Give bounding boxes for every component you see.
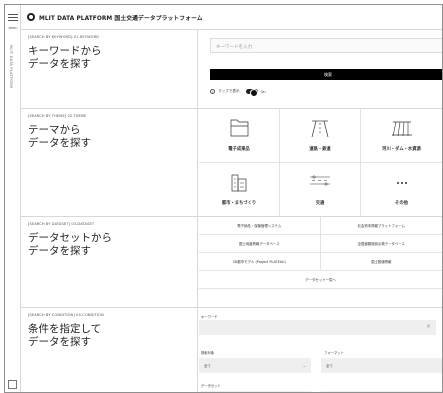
keyword-title-line2: データを探す xyxy=(28,57,91,70)
dataset-section: [SEARCH BY DATASET] 03-DATASET データセットから … xyxy=(21,217,442,308)
map-toggle-switch[interactable] xyxy=(245,88,258,97)
chevron-down-icon: ⌄ xyxy=(302,363,306,368)
dataset-link[interactable]: 国土地盤情報データベース xyxy=(199,235,321,253)
theme-item-road[interactable]: 道路・鉄道 xyxy=(280,109,361,163)
theme-title-line1: テーマから xyxy=(28,124,81,136)
theme-section-header: [SEARCH BY THEME] 02-THEME テーマから データを探す xyxy=(21,109,198,216)
menu-label: MENU xyxy=(8,26,18,30)
clear-icon[interactable]: × xyxy=(426,323,431,330)
river-icon xyxy=(391,121,412,137)
theme-section: [SEARCH BY THEME] 02-THEME テーマから データを探す … xyxy=(21,109,442,217)
dataset-link[interactable]: 社会資本情報プラットフォーム xyxy=(320,217,442,235)
app-frame: MENU MLIT DATA PLATFORM MLIT DATA PLATFO… xyxy=(4,4,443,393)
more-icon xyxy=(396,181,407,184)
traffic-icon xyxy=(310,175,330,185)
theme-title-line2: データを探す xyxy=(28,136,91,149)
theme-section-title: テーマから データを探す xyxy=(28,124,190,149)
dataset-field-label: データセット xyxy=(201,384,221,388)
rail-vertical-title: MLIT DATA PLATFORM xyxy=(9,45,13,89)
theme-item-label: 河川・ダム・水資源 xyxy=(382,146,421,152)
road-icon xyxy=(311,120,329,138)
theme-item-label: 道路・鉄道 xyxy=(309,146,331,152)
keyword-section-header: [SEARCH BY KEYWORD] 01-KEYWORD キーワードから デ… xyxy=(21,30,198,108)
target-select-label: 検索対象 xyxy=(201,351,215,355)
condition-section-tag: [SEARCH BY CONDITION] 04-CONDITION xyxy=(28,313,104,317)
rail-bottom-icon[interactable] xyxy=(8,380,17,389)
target-select-value: 全て xyxy=(204,364,211,368)
map-toggle-label: マップで表示 xyxy=(218,89,240,93)
city-icon xyxy=(231,174,247,191)
keyword-search-input[interactable]: キーワードを入力 xyxy=(210,38,442,53)
format-select-label: フォーマット xyxy=(324,351,344,355)
theme-item-label: その他 xyxy=(395,201,408,206)
dataset-grid: 電子納品・保管管理システム 社会資本情報プラットフォーム 国土地盤情報データベー… xyxy=(199,217,442,289)
format-select[interactable]: 全て ⌄ xyxy=(321,358,442,373)
site-header: MLIT DATA PLATFORM 国土交通データプラットフォーム xyxy=(21,5,442,30)
left-rail: MENU MLIT DATA PLATFORM xyxy=(5,5,21,392)
theme-item-label: 電子成果品 xyxy=(228,146,250,152)
keyword-section-title: キーワードから データを探す xyxy=(28,45,190,70)
dataset-section-tag: [SEARCH BY DATASET] 03-DATASET xyxy=(28,222,95,226)
folder-icon xyxy=(230,119,249,137)
dataset-list-link[interactable]: データセット一覧へ xyxy=(199,271,442,289)
format-select-value: 全て xyxy=(326,364,333,368)
info-icon[interactable]: i xyxy=(210,89,215,94)
dataset-link[interactable]: 電子納品・保管管理システム xyxy=(199,217,321,235)
dataset-link[interactable]: 全国道路施設点検データベース xyxy=(320,235,442,253)
keyword-search-panel: キーワードを入力 検索 i マップで表示 On xyxy=(199,30,442,108)
dataset-title-line1: データセットから xyxy=(28,232,112,244)
target-select[interactable]: 全て ⌄ xyxy=(199,358,311,373)
theme-grid: 電子成果品 道路・鉄道 河川・ダム・水資源 都市・まちづくり 交通 その他 xyxy=(199,109,442,216)
condition-title-line2: データを探す xyxy=(28,335,91,348)
condition-title-line1: 条件を指定して xyxy=(28,323,102,335)
theme-item-label: 交通 xyxy=(315,201,325,206)
condition-keyword-input[interactable]: × xyxy=(199,320,436,335)
logo-icon[interactable] xyxy=(27,13,35,21)
keyword-section-tag: [SEARCH BY KEYWORD] 01-KEYWORD xyxy=(28,35,100,39)
keyword-section: [SEARCH BY KEYWORD] 01-KEYWORD キーワードから デ… xyxy=(21,30,442,109)
search-button[interactable]: 検索 xyxy=(210,69,442,80)
dataset-link[interactable]: 3D都市モデル (Project PLATEAU) xyxy=(199,253,321,271)
dataset-section-header: [SEARCH BY DATASET] 03-DATASET データセットから … xyxy=(21,217,198,307)
theme-panel: 電子成果品 道路・鉄道 河川・ダム・水資源 都市・まちづくり 交通 その他 xyxy=(199,109,442,216)
map-toggle-state: On xyxy=(260,89,266,94)
theme-item-other[interactable]: その他 xyxy=(361,163,442,217)
condition-section-title: 条件を指定して データを探す xyxy=(28,323,190,348)
dataset-section-title: データセットから データを探す xyxy=(28,232,190,257)
theme-item-city[interactable]: 都市・まちづくり xyxy=(199,162,280,216)
keyword-title-line1: キーワードから xyxy=(28,45,102,57)
condition-section: [SEARCH BY CONDITION] 04-CONDITION 条件を指定… xyxy=(21,308,442,392)
dataset-link[interactable]: 国土数値情報 xyxy=(320,253,442,271)
hamburger-menu-icon[interactable] xyxy=(8,14,18,24)
site-title[interactable]: MLIT DATA PLATFORM 国土交通データプラットフォーム xyxy=(39,13,203,22)
theme-section-tag: [SEARCH BY THEME] 02-THEME xyxy=(28,114,87,118)
theme-item-river[interactable]: 河川・ダム・水資源 xyxy=(361,109,442,163)
theme-item-electronic[interactable]: 電子成果品 xyxy=(199,109,280,163)
map-toggle-row: i マップで表示 On xyxy=(210,88,266,97)
dataset-panel: 電子納品・保管管理システム 社会資本情報プラットフォーム 国土地盤情報データベー… xyxy=(199,217,442,307)
dataset-title-line2: データを探す xyxy=(28,244,91,257)
theme-item-traffic[interactable]: 交通 xyxy=(280,162,361,216)
condition-section-header: [SEARCH BY CONDITION] 04-CONDITION 条件を指定… xyxy=(21,308,198,392)
condition-panel: キーワード × 検索対象 全て ⌄ フォーマット 全て ⌄ データセット xyxy=(199,308,442,392)
theme-item-label: 都市・まちづくり xyxy=(221,201,257,206)
keyword-field-label: キーワード xyxy=(201,315,218,319)
